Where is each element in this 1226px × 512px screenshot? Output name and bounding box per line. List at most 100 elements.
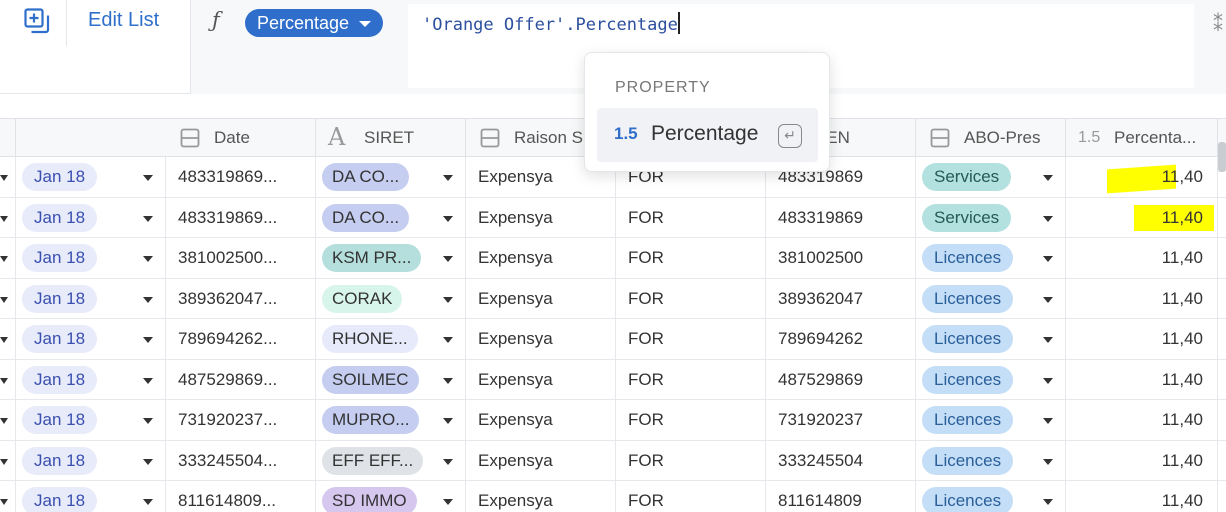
chevron-down-icon[interactable] xyxy=(143,499,153,505)
cell-date[interactable]: Jan 18 xyxy=(16,359,166,400)
column-header[interactable]: 1.5 Percenta... xyxy=(1066,119,1218,157)
cell-siret[interactable]: 789694262... xyxy=(166,319,316,359)
cell-offer[interactable]: FOR xyxy=(616,400,766,440)
cell-offer[interactable]: FOR xyxy=(616,197,766,238)
table-row[interactable]: Jan 18 483319869... DA CO... Expensya FOR 483… xyxy=(0,197,1226,238)
table-row[interactable]: Jan 18 389362047... CORAK Expensya FOR 389362… xyxy=(0,278,1226,319)
chevron-down-icon[interactable] xyxy=(1043,499,1053,505)
chevron-down-icon[interactable] xyxy=(143,337,153,343)
table-row[interactable]: Jan 18 811614809... SD IMMO Expensya FOR 8116… xyxy=(0,481,1226,512)
cell-siren[interactable]: 487529869 xyxy=(766,359,916,400)
cell-raison-sociale[interactable]: CORAK xyxy=(316,278,466,319)
cell-date[interactable]: Jan 18 xyxy=(16,157,166,197)
cell-abo-pres[interactable]: Licences xyxy=(916,400,1066,440)
cell-abo-pres[interactable]: Licences xyxy=(916,440,1066,481)
cell-percentage[interactable]: 11,40 xyxy=(1066,319,1218,359)
chevron-down-icon[interactable] xyxy=(1043,418,1053,424)
chevron-down-icon[interactable] xyxy=(1043,458,1053,465)
cell-raison-sociale[interactable]: MUPRO... xyxy=(316,400,466,440)
cell-percentage[interactable]: 11,40 xyxy=(1066,440,1218,481)
cell-solution[interactable]: Expensya xyxy=(466,359,616,400)
chevron-down-icon[interactable] xyxy=(1043,175,1053,181)
cell-raison-sociale[interactable]: SD IMMO xyxy=(316,481,466,512)
cell-abo-pres[interactable]: Services xyxy=(916,157,1066,197)
cell-siret[interactable]: 731920237... xyxy=(166,400,316,440)
chevron-down-icon[interactable] xyxy=(143,458,153,465)
cell-percentage[interactable]: 11,40 xyxy=(1066,238,1218,278)
cell-abo-pres[interactable]: Licences xyxy=(916,481,1066,512)
cell-date[interactable]: Jan 18 xyxy=(16,278,166,319)
cell-raison-sociale[interactable]: DA CO... xyxy=(316,197,466,238)
cell-offer[interactable]: FOR xyxy=(616,440,766,481)
cell-siret[interactable]: 811614809... xyxy=(166,481,316,512)
cell-date[interactable]: Jan 18 xyxy=(16,481,166,512)
cell-abo-pres[interactable]: Licences xyxy=(916,319,1066,359)
cell-siren[interactable]: 789694262 xyxy=(766,319,916,359)
chevron-down-icon[interactable] xyxy=(1043,377,1053,384)
cell-siret[interactable]: 333245504... xyxy=(166,440,316,481)
add-column-icon[interactable] xyxy=(24,8,50,34)
cell-siren[interactable]: 381002500 xyxy=(766,238,916,278)
cell-siret[interactable]: 487529869... xyxy=(166,359,316,400)
cell-abo-pres[interactable]: Licences xyxy=(916,278,1066,319)
cell-percentage[interactable]: 11,40 xyxy=(1066,278,1218,319)
chevron-down-icon[interactable] xyxy=(443,499,453,505)
cell-offer[interactable]: FOR xyxy=(616,319,766,359)
cell-siret[interactable]: 389362047... xyxy=(166,278,316,319)
cell-solution[interactable]: Expensya xyxy=(466,319,616,359)
chevron-down-icon[interactable] xyxy=(443,215,453,222)
table-row[interactable]: Jan 18 333245504... EFF EFF... Expensya FOR 3… xyxy=(0,440,1226,481)
cell-siret[interactable]: 483319869... xyxy=(166,157,316,197)
expand-icon[interactable]: ⁑ xyxy=(1213,12,1223,37)
cell-raison-sociale[interactable]: SOILMEC xyxy=(316,359,466,400)
cell-raison-sociale[interactable]: DA CO... xyxy=(316,157,466,197)
chevron-down-icon[interactable] xyxy=(143,377,153,384)
cell-siren[interactable]: 811614809 xyxy=(766,481,916,512)
chevron-down-icon[interactable] xyxy=(443,458,453,465)
table-row[interactable]: Jan 18 789694262... RHONE... Expensya FOR 789… xyxy=(0,319,1226,360)
cell-siren[interactable]: 389362047 xyxy=(766,278,916,319)
chevron-down-icon[interactable] xyxy=(443,337,453,343)
chevron-down-icon[interactable] xyxy=(443,256,453,262)
cell-solution[interactable]: Expensya xyxy=(466,481,616,512)
cell-solution[interactable]: Expensya xyxy=(466,278,616,319)
column-header[interactable]: ABO-Pres xyxy=(916,119,1066,157)
cell-offer[interactable]: FOR xyxy=(616,238,766,278)
cell-siret[interactable]: 381002500... xyxy=(166,238,316,278)
cell-solution[interactable]: Expensya xyxy=(466,440,616,481)
chevron-down-icon[interactable] xyxy=(443,418,453,424)
chevron-down-icon[interactable] xyxy=(143,175,153,181)
cell-date[interactable]: Jan 18 xyxy=(16,440,166,481)
chevron-down-icon[interactable] xyxy=(143,296,153,303)
cell-raison-sociale[interactable]: EFF EFF... xyxy=(316,440,466,481)
chevron-down-icon[interactable] xyxy=(443,175,453,181)
chevron-down-icon[interactable] xyxy=(1043,337,1053,343)
cell-siren[interactable]: 333245504 xyxy=(766,440,916,481)
column-header[interactable]: Date xyxy=(166,119,316,157)
chevron-down-icon[interactable] xyxy=(1043,215,1053,222)
cell-siren[interactable]: 731920237 xyxy=(766,400,916,440)
table-row[interactable]: Jan 18 487529869... SOILMEC Expensya FOR 4875… xyxy=(0,359,1226,400)
cell-percentage[interactable]: 11,40 xyxy=(1066,359,1218,400)
table-row[interactable]: Jan 18 731920237... MUPRO... Expensya FOR 731… xyxy=(0,400,1226,441)
chevron-down-icon[interactable] xyxy=(1043,256,1053,262)
cell-abo-pres[interactable]: Licences xyxy=(916,238,1066,278)
cell-percentage[interactable]: 11,40 xyxy=(1066,197,1218,238)
cell-solution[interactable]: Expensya xyxy=(466,400,616,440)
table-row[interactable]: Jan 18 381002500... KSM PR... Expensya FOR 38… xyxy=(0,238,1226,279)
chevron-down-icon[interactable] xyxy=(143,418,153,424)
column-selector-chip[interactable]: Percentage xyxy=(245,9,384,37)
vertical-scrollbar[interactable] xyxy=(1218,142,1226,172)
cell-solution[interactable]: Expensya xyxy=(466,238,616,278)
cell-percentage[interactable]: 11,40 xyxy=(1066,157,1218,197)
cell-percentage[interactable]: 11,40 xyxy=(1066,481,1218,512)
cell-offer[interactable]: FOR xyxy=(616,278,766,319)
cell-solution[interactable]: Expensya xyxy=(466,197,616,238)
popup-item-percentage[interactable]: 1.5 Percentage ↵ xyxy=(597,108,818,162)
chevron-down-icon[interactable] xyxy=(143,256,153,262)
cell-raison-sociale[interactable]: RHONE... xyxy=(316,319,466,359)
cell-abo-pres[interactable]: Services xyxy=(916,197,1066,238)
chevron-down-icon[interactable] xyxy=(443,377,453,384)
cell-offer[interactable]: FOR xyxy=(616,359,766,400)
chevron-down-icon[interactable] xyxy=(1043,296,1053,303)
